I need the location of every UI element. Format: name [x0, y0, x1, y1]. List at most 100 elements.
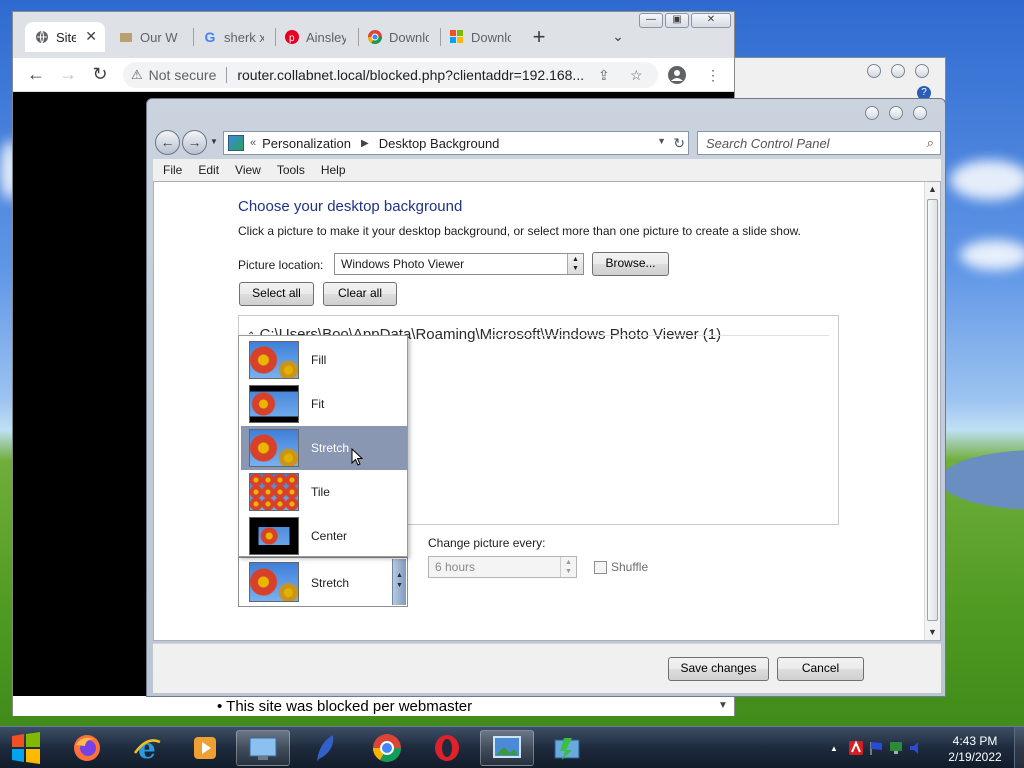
scroll-down-icon[interactable]: ▼ [718, 700, 728, 711]
forward-button[interactable]: → [57, 64, 79, 86]
center-thumbnail [249, 517, 299, 555]
taskbar-internet-explorer[interactable]: e [120, 730, 174, 766]
feather-icon [317, 735, 334, 761]
media-player-icon [194, 737, 216, 759]
maximize-button[interactable] [889, 106, 903, 120]
taskbar-firefox[interactable] [60, 730, 114, 766]
tab-site[interactable]: Site ✕ [25, 22, 105, 52]
scroll-down-icon[interactable]: ▼ [928, 627, 937, 637]
taskbar-update-app[interactable] [540, 730, 594, 766]
tab-download-1[interactable]: Downlo [358, 22, 440, 52]
close-button[interactable] [913, 106, 927, 120]
firefox-icon [74, 735, 100, 761]
new-tab-button[interactable]: + [527, 26, 551, 50]
taskbar-media-player[interactable] [178, 730, 232, 766]
save-changes-button[interactable]: Save changes [668, 657, 769, 681]
share-icon[interactable]: ⇪ [598, 67, 610, 84]
opera-icon [435, 735, 459, 761]
network-icon[interactable] [888, 740, 904, 756]
position-option-stretch[interactable]: Stretch [241, 426, 407, 470]
antivirus-icon[interactable] [848, 740, 864, 756]
shuffle-checkbox[interactable]: Shuffle [594, 560, 648, 574]
taskbar-chrome[interactable] [360, 730, 414, 766]
tab-search-chevron-icon[interactable]: ⌄ [608, 28, 628, 48]
internet-explorer-icon: e [133, 733, 161, 763]
address-dropdown-icon[interactable]: ▼ [657, 136, 666, 146]
address-bar[interactable]: ⚠ Not secure router.collabnet.local/bloc… [123, 62, 658, 88]
taskbar-opera[interactable] [420, 730, 474, 766]
fit-thumbnail [249, 385, 299, 423]
warning-icon: ⚠ [131, 67, 143, 82]
close-button[interactable]: ✕ [691, 13, 731, 28]
background-window: ? [728, 57, 946, 101]
scroll-up-icon[interactable]: ▲ [928, 184, 937, 194]
position-option-center[interactable]: Center [241, 514, 407, 558]
menu-tools[interactable]: Tools [277, 163, 305, 177]
taskbar-photo-viewer[interactable] [480, 730, 534, 766]
page-footer: • This site was blocked per webmaster ▼ [13, 696, 734, 716]
maximize-button[interactable]: ▣ [665, 13, 689, 28]
minimize-button[interactable] [865, 106, 879, 120]
instruction-text: Click a picture to make it your desktop … [238, 224, 801, 238]
menu-file[interactable]: File [163, 163, 182, 177]
control-panel-icon [249, 737, 277, 760]
volume-icon[interactable] [908, 740, 924, 756]
cancel-button[interactable]: Cancel [777, 657, 864, 681]
back-button[interactable]: ← [25, 64, 47, 86]
show-desktop-button[interactable] [1014, 727, 1024, 768]
change-picture-label: Change picture every: [428, 536, 546, 550]
close-tab-icon[interactable]: ✕ [85, 28, 97, 45]
start-button[interactable] [4, 729, 48, 767]
vertical-scrollbar[interactable]: ▲ ▼ [924, 182, 940, 640]
checkbox-icon[interactable] [594, 560, 607, 574]
google-icon: G [204, 29, 216, 45]
tab-sherk[interactable]: G sherk x [193, 22, 275, 52]
tab-ainsley[interactable]: p Ainsley [275, 22, 357, 52]
picture-location-label: Picture location: [238, 258, 324, 272]
menu-edit[interactable]: Edit [198, 163, 219, 177]
picture-location-select[interactable]: Windows Photo Viewer ▲ ▼ [334, 253, 584, 275]
blocked-message: This site was blocked per webmaster [226, 698, 473, 715]
menu-kebab-icon[interactable]: ⋮ [706, 67, 720, 84]
change-interval-select[interactable]: 6 hours ▲ ▼ [428, 556, 577, 578]
svg-text:p: p [289, 33, 295, 44]
spin-arrows-icon: ▲ ▼ [560, 557, 576, 577]
breadcrumb-personalization[interactable]: Personalization [262, 136, 351, 151]
toolbar: ← → ↻ ⚠ Not secure router.collabnet.loca… [13, 58, 734, 92]
tab-our-w[interactable]: Our W [109, 22, 191, 52]
menu-view[interactable]: View [235, 163, 261, 177]
forward-button[interactable]: → [182, 130, 207, 155]
position-option-fill[interactable]: Fill [241, 338, 407, 382]
action-center-flag-icon[interactable] [868, 740, 884, 756]
clear-all-button[interactable]: Clear all [323, 282, 397, 306]
browse-button[interactable]: Browse... [592, 252, 669, 276]
profile-icon[interactable] [668, 66, 686, 87]
taskbar-control-panel[interactable] [236, 730, 290, 766]
dialog-footer: Save changes Cancel [153, 643, 941, 693]
menu-help[interactable]: Help [321, 163, 346, 177]
minimize-button[interactable]: — [639, 13, 663, 28]
control-panel-icon [228, 135, 244, 151]
search-input[interactable]: Search Control Panel ⌕ [697, 131, 941, 155]
clock[interactable]: 4:43 PM 2/19/2022 [940, 733, 1010, 765]
spin-arrows-icon[interactable]: ▲ ▼ [392, 559, 406, 605]
position-option-fit[interactable]: Fit [241, 382, 407, 426]
microsoft-icon [449, 29, 465, 45]
scroll-thumb[interactable] [927, 199, 938, 621]
recent-pages-chevron-icon[interactable]: ▼ [210, 137, 218, 146]
position-option-tile[interactable]: Tile [241, 470, 407, 514]
show-hidden-icons-icon[interactable]: ▲ [826, 740, 842, 756]
chrome-icon [373, 734, 401, 762]
update-icon [554, 738, 580, 760]
search-icon[interactable]: ⌕ [927, 135, 934, 151]
tab-download-2[interactable]: Downlo [440, 22, 522, 52]
taskbar-feather-app[interactable] [298, 730, 352, 766]
breadcrumb-desktop-background[interactable]: Desktop Background [379, 136, 500, 151]
reload-button[interactable]: ↻ [89, 64, 111, 86]
breadcrumb[interactable]: « Personalization ▶ Desktop Background ▼… [223, 131, 689, 155]
select-all-button[interactable]: Select all [239, 282, 314, 306]
back-button[interactable]: ← [155, 130, 180, 155]
refresh-icon[interactable]: ↻ [673, 135, 685, 152]
bookmark-star-icon[interactable]: ☆ [630, 67, 643, 84]
picture-position-select[interactable]: Stretch ▲ ▼ [238, 557, 408, 607]
